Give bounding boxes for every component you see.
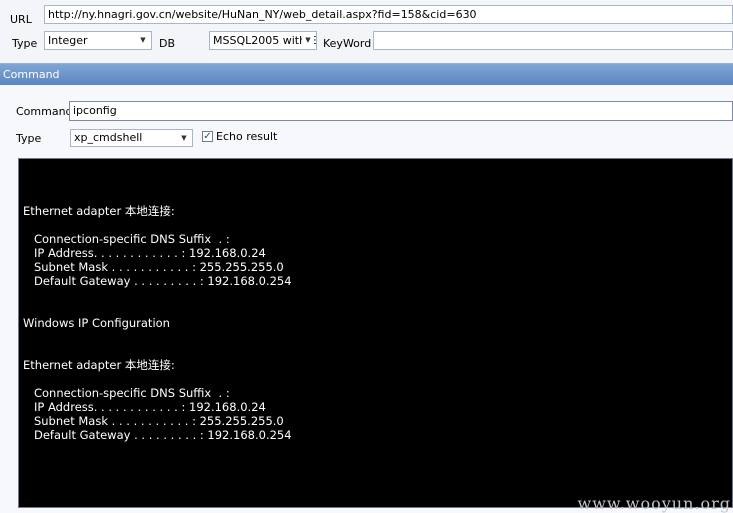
console-line: Default Gateway . . . . . . . . . : 192.…	[23, 428, 292, 442]
exec-type-value: xp_cmdshell	[74, 131, 143, 144]
chevron-down-icon: ▼	[302, 32, 314, 49]
command-input[interactable]: ipconfig	[69, 101, 733, 121]
exec-type-select[interactable]: xp_cmdshell ▼	[70, 129, 193, 147]
db-label: DB	[159, 37, 176, 50]
console-line: Connection-specific DNS Suffix . :	[23, 386, 230, 400]
console-line: Connection-specific DNS Suffix . :	[23, 232, 230, 246]
type-select[interactable]: Integer ▼	[44, 31, 152, 50]
command-label: Command	[16, 105, 73, 118]
console-line: Subnet Mask . . . . . . . . . . . : 255.…	[23, 260, 284, 274]
echo-result-label: Echo result	[216, 130, 278, 143]
chevron-down-icon: ▼	[140, 36, 146, 44]
console-line: IP Address. . . . . . . . . . . . : 192.…	[23, 246, 266, 260]
keyword-input[interactable]	[373, 31, 733, 50]
url-label: URL	[10, 13, 32, 26]
echo-result-checkbox[interactable]: ✓	[202, 131, 213, 142]
url-input[interactable]: http://ny.hnagri.gov.cn/website/HuNan_NY…	[44, 5, 733, 24]
console-line: Ethernet adapter 本地连接:	[23, 358, 175, 372]
console-line: Default Gateway . . . . . . . . . : 192.…	[23, 274, 292, 288]
watermark: www.wooyun.org	[577, 494, 731, 513]
console-output[interactable]: Ethernet adapter 本地连接: Connection-specif…	[18, 158, 733, 508]
chevron-down-icon: ▼	[181, 134, 187, 142]
console-line: Ethernet adapter 本地连接:	[23, 204, 175, 218]
console-line: Windows IP Configuration	[23, 316, 170, 330]
console-line: IP Address. . . . . . . . . . . . : 192.…	[23, 400, 266, 414]
keyword-label: KeyWord	[323, 37, 372, 50]
db-select-value: MSSQL2005 with E	[213, 34, 317, 47]
console-line: Subnet Mask . . . . . . . . . . . : 255.…	[23, 414, 284, 428]
command-panel-title: Command	[0, 63, 733, 85]
db-select[interactable]: MSSQL2005 with E ▼	[209, 31, 317, 50]
type-select-value: Integer	[48, 34, 88, 47]
type-label: Type	[12, 37, 38, 50]
exec-type-label: Type	[16, 132, 42, 145]
